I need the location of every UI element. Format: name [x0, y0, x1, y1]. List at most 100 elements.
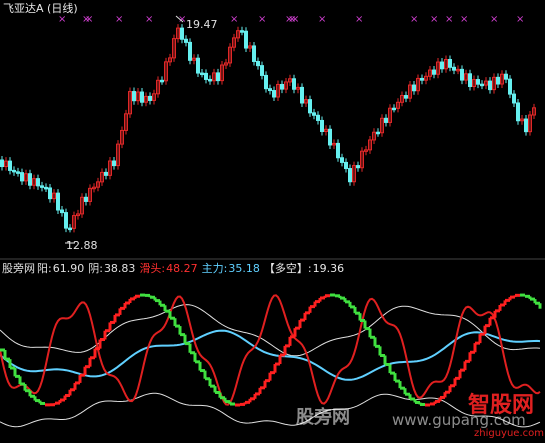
yin-label: 阴: — [88, 262, 103, 275]
zhigu-logo-url: zhiguyue.com — [474, 428, 544, 439]
price-candle — [180, 27, 184, 40]
price-candle — [268, 88, 272, 92]
price-candle — [252, 45, 256, 62]
price-candle — [140, 91, 144, 103]
hua-value: 48.27 — [166, 262, 198, 275]
duo-value: 19.36 — [312, 262, 345, 275]
price-candle — [440, 61, 444, 70]
signal-marker-icon: × — [490, 14, 498, 25]
price-candle — [336, 142, 340, 159]
price-candle — [188, 41, 192, 61]
chart-canvas[interactable]: × ×× × × × × × ××× × × × × × × × × — [0, 0, 545, 443]
signal-marker-icon: × — [58, 14, 66, 25]
zhigu-logo: 智股网 — [468, 393, 535, 418]
indicator-legend: 股旁网 阳:61.90 阴:38.83 滑头:48.27 主力:35.18 【多空】:19… — [2, 263, 348, 275]
price-candle — [348, 168, 352, 183]
price-candle — [376, 131, 380, 135]
price-candle — [60, 209, 64, 214]
price-candle — [320, 119, 324, 132]
price-candle — [496, 76, 500, 85]
price-candle — [196, 57, 200, 74]
price-candle — [488, 80, 492, 91]
watermark-cn: 股旁网 — [296, 407, 350, 428]
price-candle — [448, 58, 452, 68]
price-candle — [452, 66, 456, 71]
price-candle — [16, 171, 20, 174]
price-candle — [328, 128, 332, 146]
price-candle — [20, 172, 24, 182]
price-candle — [460, 68, 464, 81]
signal-marker-icon: × — [85, 14, 93, 25]
price-candle — [64, 212, 68, 229]
price-candle — [84, 196, 88, 202]
price-candle — [280, 83, 284, 90]
price-candle — [104, 171, 108, 176]
yang-label: 阳: — [37, 262, 52, 275]
price-candle — [44, 186, 48, 190]
hua-label: 滑头: — [139, 262, 166, 275]
signal-marker-icon: × — [460, 14, 468, 25]
price-candle — [524, 118, 528, 133]
price-candle — [504, 73, 508, 80]
price-candle — [204, 72, 208, 80]
price-candle — [476, 79, 480, 85]
price-candle — [312, 112, 316, 116]
price-candle — [216, 72, 220, 82]
signal-marker-icon: × — [410, 14, 418, 25]
signal-marker-icon: × — [115, 14, 123, 25]
price-candle — [300, 86, 304, 104]
price-candle — [340, 157, 344, 163]
price-candle — [148, 95, 152, 101]
indicator-site-name: 股旁网 — [2, 262, 35, 275]
signal-marker-icon: × — [258, 14, 266, 25]
price-candle — [272, 90, 276, 98]
signal-marker-icon: × — [291, 14, 299, 25]
price-candle — [36, 178, 40, 187]
low-price-label: 12.88 — [66, 239, 98, 252]
signal-marker-icon: × — [355, 14, 363, 25]
zhu-label: 主力: — [201, 262, 228, 275]
price-candle — [56, 192, 60, 211]
zhu-value: 35.18 — [228, 262, 260, 275]
price-candle — [432, 69, 436, 75]
signal-marker-icon: × — [430, 14, 438, 25]
signal-marker-icon: × — [145, 14, 153, 25]
price-candle — [480, 83, 484, 87]
price-candle — [344, 161, 348, 170]
price-candle — [8, 160, 12, 171]
indicator-lines — [0, 293, 542, 428]
slide-line — [0, 294, 541, 406]
price-candle — [240, 30, 244, 33]
price-candle — [508, 78, 512, 95]
price-candle — [512, 93, 516, 104]
price-candle — [404, 95, 408, 99]
price-candle — [200, 72, 204, 76]
high-price-label: 19.47 — [186, 18, 218, 31]
price-candle — [132, 91, 136, 102]
price-candle — [264, 74, 268, 90]
price-candle — [68, 227, 72, 231]
price-candle — [160, 79, 164, 83]
price-candle — [112, 160, 116, 167]
price-candle — [412, 84, 416, 92]
price-candle — [384, 117, 388, 123]
price-candle — [40, 185, 44, 188]
signal-marker-icon: × — [516, 14, 524, 25]
price-candle — [208, 78, 212, 82]
price-candle — [0, 159, 4, 168]
price-candle — [316, 114, 320, 121]
upper-envelope-line — [0, 304, 541, 357]
price-candle — [256, 60, 260, 67]
signal-marker-icon: × — [445, 14, 453, 25]
price-candle — [12, 169, 16, 173]
price-candle — [468, 73, 472, 87]
price-candle — [48, 187, 52, 200]
price-candle — [392, 107, 396, 111]
price-candle — [260, 65, 264, 76]
signal-marker-icon: × — [230, 14, 238, 25]
price-candle — [184, 38, 188, 43]
price-candle — [420, 77, 424, 81]
signal-marker-icon: × — [318, 14, 326, 25]
price-candles — [0, 24, 536, 233]
price-candle — [28, 173, 32, 186]
